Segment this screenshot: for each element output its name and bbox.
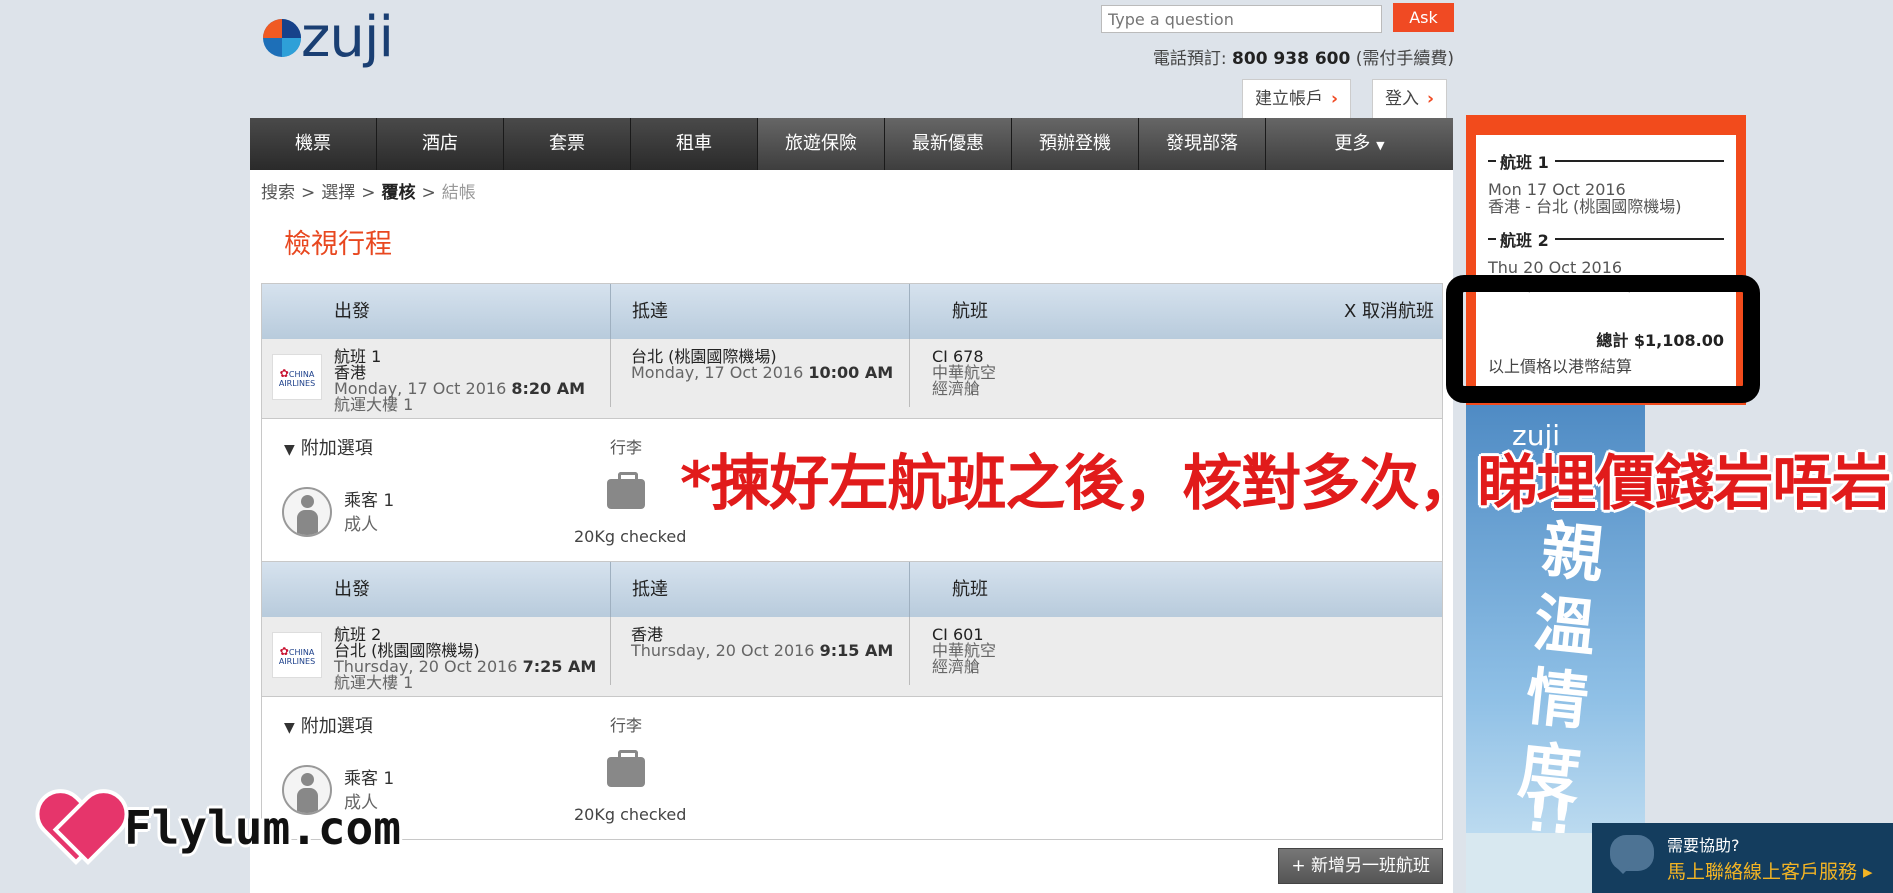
add-another-flight-button[interactable]: + 新增另一班航班 (1278, 848, 1443, 884)
live-support-link[interactable]: 馬上聯絡線上客戶服務 ▸ (1667, 857, 1873, 884)
heart-plane-icon (38, 793, 118, 863)
question-input[interactable] (1101, 5, 1382, 33)
chat-bubble-icon (1610, 835, 1654, 874)
segment-label: 航班 2 (1488, 227, 1724, 251)
addons-toggle[interactable]: ▼ 附加選項 (284, 434, 373, 460)
arrive-cell: 台北 (桃園國際機場) Monday, 17 Oct 2016 10:00 AM (631, 347, 894, 382)
triangle-down-icon: ▼ (284, 720, 295, 736)
arrive-cell: 香港 Thursday, 20 Oct 2016 9:15 AM (631, 625, 894, 660)
crumb-checkout: 結帳 (441, 183, 476, 203)
luggage-icon (607, 472, 645, 509)
passenger-info: 乘客 1 成人 (344, 491, 395, 535)
flight-row: ✿CHINA AIRLINES 航班 1 香港 Monday, 17 Oct 2… (262, 339, 1442, 419)
crumb-select[interactable]: 選擇 (321, 183, 355, 203)
ad-headline: 親溫情度 (1514, 512, 1608, 813)
nav-travel-insurance[interactable]: 旅遊保險 (758, 118, 885, 170)
depart-cell: 航班 1 香港 Monday, 17 Oct 2016 8:20 AM 航運大樓… (334, 347, 586, 414)
flight-card-2: 出發 抵達 航班 ✿CHINA AIRLINES 航班 2 台北 (桃園國際機場… (261, 562, 1443, 840)
triangle-down-icon: ▼ (284, 442, 295, 458)
main-panel: 搜索 > 選擇 > 覆核 > 結帳 檢視行程 出發 抵達 航班 X 取消航班 ✿CHINA … (250, 170, 1453, 893)
globe-icon (263, 19, 301, 57)
nav-flights[interactable]: 機票 (250, 118, 377, 170)
depart-cell: 航班 2 台北 (桃園國際機場) Thursday, 20 Oct 2016 7… (334, 625, 597, 692)
caret-down-icon: ▼ (1376, 139, 1385, 152)
nav-car-rental[interactable]: 租車 (631, 118, 758, 170)
watermark: Flylum.com (38, 793, 401, 863)
chevron-right-icon: › (1331, 89, 1339, 109)
flight-header: 出發 抵達 航班 (262, 562, 1442, 617)
phone-number: 800 938 600 (1232, 49, 1351, 69)
baggage-allowance: 20Kg checked (574, 805, 687, 824)
nav-packages[interactable]: 套票 (504, 118, 631, 170)
crumb-search[interactable]: 搜索 (261, 183, 295, 203)
phone-booking: 電話預訂: 800 938 600 (需付手續費) (1152, 49, 1454, 69)
luggage-icon (607, 750, 645, 787)
baggage-allowance: 20Kg checked (574, 527, 687, 546)
annotation-text: *揀好左航班之後，核對多次，睇埋價錢岩唔岩 (680, 449, 1891, 519)
nav-checkin[interactable]: 預辦登機 (1012, 118, 1139, 170)
nav-more[interactable]: 更多 ▼ (1266, 118, 1453, 170)
addons-section: ▼ 附加選項 行李 乘客 1 成人 20Kg checked (262, 697, 1442, 839)
flight-header: 出發 抵達 航班 X 取消航班 (262, 284, 1442, 339)
china-airlines-logo: ✿CHINA AIRLINES (272, 354, 322, 400)
segment-label: 航班 1 (1488, 149, 1724, 173)
main-nav: 機票 酒店 套票 租車 旅遊保險 最新優惠 預辦登機 發現部落 更多 ▼ (250, 118, 1453, 170)
help-widget[interactable]: 需要協助? 馬上聯絡線上客戶服務 ▸ (1592, 823, 1893, 893)
nav-hotels[interactable]: 酒店 (377, 118, 504, 170)
logo-text: zuji (301, 5, 394, 70)
flight-info-cell: CI 601 中華航空 經濟艙 (932, 625, 997, 676)
nav-blog[interactable]: 發現部落 (1139, 118, 1266, 170)
nav-deals[interactable]: 最新優惠 (885, 118, 1012, 170)
flight-info-cell: CI 678 中華航空 經濟艙 (932, 347, 997, 398)
chevron-right-icon: › (1427, 89, 1435, 109)
flight-row: ✿CHINA AIRLINES 航班 2 台北 (桃園國際機場) Thursda… (262, 617, 1442, 697)
create-account-button[interactable]: 建立帳戶 › (1242, 79, 1352, 119)
cancel-flight-button[interactable]: X 取消航班 (1344, 284, 1434, 339)
china-airlines-logo: ✿CHINA AIRLINES (272, 632, 322, 678)
page-title: 檢視行程 (284, 229, 392, 260)
passenger-icon (282, 487, 332, 537)
zuji-logo[interactable]: zuji (263, 4, 394, 72)
login-button[interactable]: 登入 › (1372, 79, 1448, 119)
crumb-review: 覆核 (381, 183, 416, 203)
addons-toggle[interactable]: ▼ 附加選項 (284, 712, 373, 738)
highlight-frame (1446, 275, 1760, 403)
breadcrumb: 搜索 > 選擇 > 覆核 > 結帳 (261, 183, 476, 203)
ask-button[interactable]: Ask (1393, 3, 1454, 32)
